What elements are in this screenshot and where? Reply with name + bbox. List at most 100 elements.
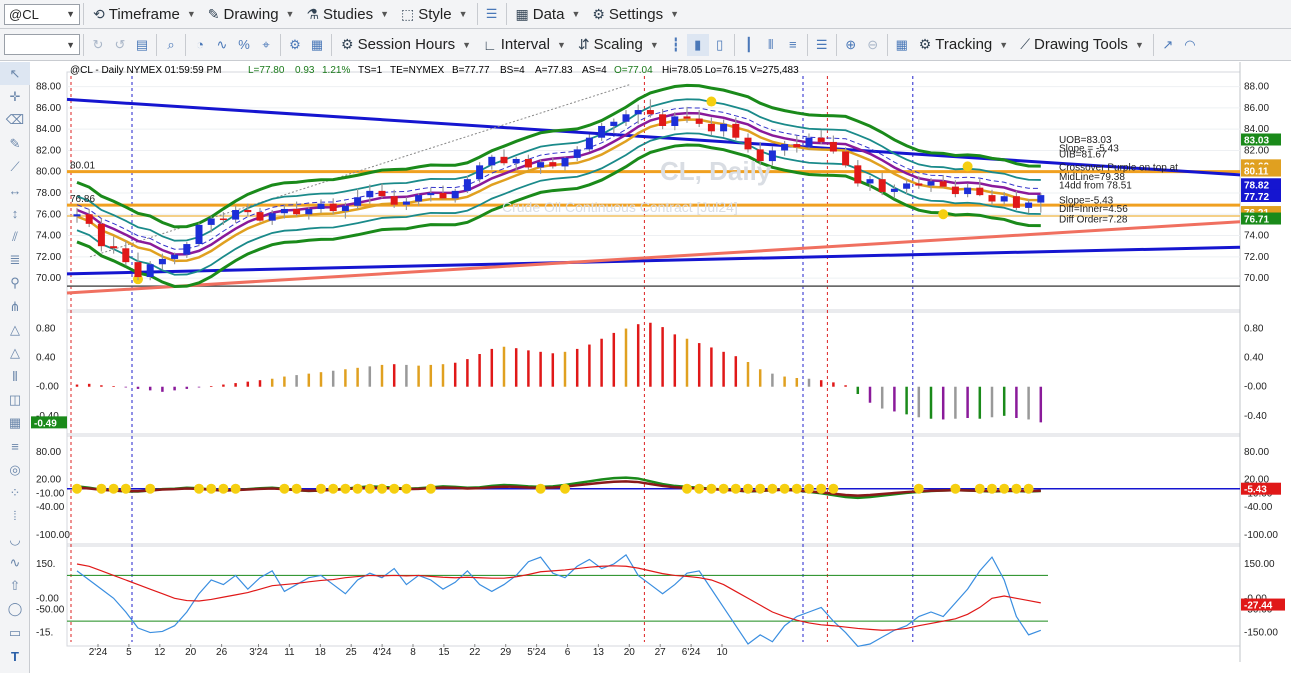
- candle-body: [463, 179, 471, 191]
- drawing-tools-menu[interactable]: ⟋ Drawing Tools ▼: [1014, 33, 1150, 57]
- candle-body: [134, 262, 142, 278]
- osc-signal-dot: [743, 483, 753, 494]
- price-annotation: Diff Order=7.28: [1059, 215, 1128, 226]
- fibonacci-icon[interactable]: ≡: [0, 435, 30, 458]
- volume-bars-icon[interactable]: ┃: [738, 34, 760, 56]
- style-menu[interactable]: ⬚ Style ▼: [395, 2, 474, 26]
- rectangle-icon[interactable]: ▭: [0, 621, 30, 644]
- zoom-out-icon[interactable]: ⊖: [862, 34, 884, 56]
- pointer-icon[interactable]: ↖: [0, 62, 30, 86]
- ruler-icon: ⟋: [1020, 36, 1030, 52]
- vertical-line-icon[interactable]: ↕: [0, 202, 30, 225]
- header-te: TE=NYMEX: [390, 65, 445, 76]
- candle-body: [317, 203, 325, 209]
- cycles-icon[interactable]: ⦙: [0, 505, 30, 528]
- lines-icon[interactable]: ≡: [782, 34, 804, 56]
- hollow-candle-icon[interactable]: ▯: [709, 34, 731, 56]
- watermark-subtitle: Crude Oil Continuous Contract [Jul24]: [502, 199, 738, 215]
- triangle-alt-icon[interactable]: △: [0, 342, 30, 365]
- style-label: Style: [418, 5, 452, 23]
- candlestick-icon[interactable]: ▮: [686, 33, 709, 56]
- price-y-tick-right: 88.00: [1244, 82, 1269, 93]
- parallel-lines-icon[interactable]: ⫽: [0, 225, 30, 248]
- level-label: 80.01: [70, 161, 95, 172]
- bar-chart-icon[interactable]: ┇: [665, 34, 687, 56]
- candle-body: [402, 201, 410, 205]
- zoom-in-icon[interactable]: ⊕: [840, 34, 862, 56]
- drawing-menu[interactable]: ✎ Drawing ▼: [202, 2, 301, 26]
- candle-body: [390, 196, 398, 205]
- grid-tool-icon[interactable]: ▦: [0, 411, 30, 434]
- speedometer-icon[interactable]: ◠: [1179, 34, 1201, 56]
- dots-icon[interactable]: ⁘: [0, 481, 30, 504]
- trend-icon[interactable]: ↗: [1157, 34, 1179, 56]
- percent-icon[interactable]: %: [233, 34, 255, 56]
- osc-signal-dot: [974, 483, 985, 494]
- channel-icon[interactable]: ≣: [0, 248, 30, 271]
- table-icon[interactable]: ▤: [131, 34, 153, 56]
- text-tool-icon[interactable]: T: [0, 644, 30, 667]
- crosshair-icon[interactable]: ✛: [0, 85, 30, 108]
- fan-icon[interactable]: ⚲: [0, 272, 30, 295]
- cci-badge-text: -27.44: [1244, 601, 1273, 612]
- price-badge-text: 80.11: [1244, 167, 1269, 178]
- band-purple: [76, 111, 1041, 256]
- layout-icon[interactable]: ☰: [481, 3, 503, 25]
- settings-menu[interactable]: ⚙ Settings ▼: [586, 2, 685, 26]
- candle-body: [244, 210, 252, 213]
- spiral-icon[interactable]: ◎: [0, 458, 30, 481]
- session-hours-menu[interactable]: ⚙ Session Hours ▼: [335, 33, 477, 57]
- ellipse-icon[interactable]: ◯: [0, 598, 30, 621]
- arrow-up-icon[interactable]: ⇧: [0, 575, 30, 598]
- header-change: 0.93: [295, 65, 315, 76]
- x-tick-label: 5: [126, 647, 132, 658]
- candle-body: [378, 190, 386, 197]
- price-y-tick-left: 80.00: [36, 167, 61, 178]
- candle-body: [305, 208, 313, 215]
- panels-icon[interactable]: ☰: [811, 34, 833, 56]
- gauge-icon[interactable]: ◔: [189, 34, 211, 56]
- price-y-tick-right: 74.00: [1244, 231, 1269, 242]
- pitchfork-icon[interactable]: ⋔: [0, 295, 30, 318]
- chevron-down-icon: ▼: [649, 39, 659, 50]
- osc-signal-dot: [206, 483, 217, 494]
- candle-body: [524, 158, 532, 168]
- trend-line-icon[interactable]: ⟋: [0, 155, 30, 178]
- wrench-icon[interactable]: ✎: [0, 132, 30, 155]
- data-menu[interactable]: ▦ Data ▼: [510, 2, 587, 26]
- x-tick-label: 15: [438, 647, 450, 658]
- header-as: AS=4: [582, 65, 607, 76]
- interval-menu[interactable]: ∟ Interval ▼: [477, 33, 572, 57]
- eraser-icon[interactable]: ⌫: [0, 109, 30, 132]
- candle-body: [976, 187, 984, 196]
- cci-y-tick-left: -0.00: [36, 593, 59, 604]
- scaling-menu[interactable]: ⇵ Scaling ▼: [572, 33, 665, 57]
- candle-body: [842, 151, 850, 166]
- triangle-icon[interactable]: △: [0, 318, 30, 341]
- columns-icon[interactable]: ⫴: [760, 34, 782, 56]
- candle-body: [598, 125, 606, 138]
- chart-select[interactable]: ▼: [4, 34, 80, 55]
- refresh-icon[interactable]: ↻: [87, 34, 109, 56]
- timeframe-menu[interactable]: ⟲ Timeframe ▼: [87, 2, 202, 26]
- studies-menu[interactable]: ⚗ Studies ▼: [300, 2, 395, 26]
- columns-tool-icon[interactable]: ⦀: [0, 365, 30, 388]
- workspace-icon[interactable]: ▦: [891, 34, 913, 56]
- tracking-menu[interactable]: ⚙ Tracking ▼: [913, 33, 1014, 57]
- osc-signal-dot: [718, 483, 729, 494]
- symbol-input[interactable]: @CL ▼: [4, 3, 80, 25]
- grid-small-icon[interactable]: ▦: [306, 34, 328, 56]
- horizontal-line-icon[interactable]: ↔: [0, 178, 30, 201]
- path-icon[interactable]: ∿: [0, 551, 30, 574]
- chart-area[interactable]: 88.00 88.00 86.00 86.00 84.00 84.00 82.00 82.00…: [30, 62, 1291, 673]
- settings-cog-icon[interactable]: ⚙: [284, 34, 306, 56]
- redo-icon[interactable]: ↺: [109, 34, 131, 56]
- wave-icon[interactable]: ∿: [211, 34, 233, 56]
- chart-canvas[interactable]: 88.00 88.0086.00 86.0084.00 84.0082.00 82.00…: [30, 62, 1291, 673]
- compass-icon[interactable]: ⌖: [255, 34, 277, 56]
- candle-body: [939, 181, 947, 187]
- osc-signal-dot: [1023, 483, 1034, 494]
- arc-icon[interactable]: ◡: [0, 528, 30, 551]
- gann-icon[interactable]: ◫: [0, 388, 30, 411]
- zoom-data-icon[interactable]: ⌕: [160, 34, 182, 56]
